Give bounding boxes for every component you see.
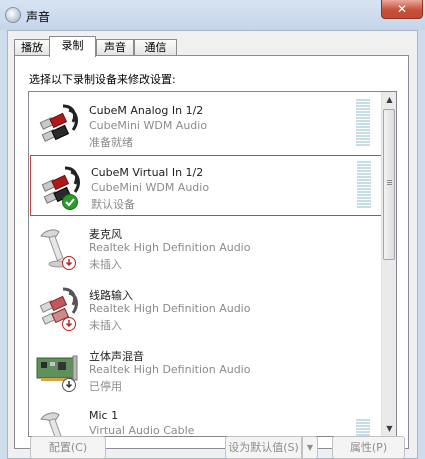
device-driver: CubeMini WDM Audio: [91, 181, 210, 194]
level-meter: [357, 161, 371, 209]
list-item[interactable]: 线路输入 Realtek High Definition Audio 未插入: [29, 277, 383, 338]
device-name: Mic 1: [89, 409, 119, 422]
device-driver: Realtek High Definition Audio: [89, 363, 251, 376]
thumb-grip: [387, 180, 392, 186]
level-meter: [356, 419, 370, 436]
device-status: 默认设备: [91, 198, 135, 211]
rca-cable-icon: [39, 104, 78, 142]
list-item-selected[interactable]: CubeM Virtual In 1/2 CubeMini WDM Audio …: [30, 155, 382, 216]
device-name: 麦克风: [89, 228, 122, 241]
dialog-client: 播放 录制 声音 通信 选择以下录制设备来修改设置: CubeM Analog …: [7, 30, 418, 459]
device-name: 线路输入: [89, 289, 133, 302]
speaker-icon: [5, 7, 21, 23]
device-name: CubeM Analog In 1/2: [89, 104, 204, 117]
unplugged-icon: [62, 317, 76, 331]
unplugged-icon: [62, 256, 76, 270]
tab-playback[interactable]: 播放: [14, 39, 50, 56]
device-status: 未插入: [89, 319, 122, 332]
instruction-text: 选择以下录制设备来修改设置:: [29, 73, 176, 86]
list-item[interactable]: Mic 1 Virtual Audio Cable: [29, 399, 383, 437]
device-name: 立体声混音: [89, 350, 144, 363]
set-default-button[interactable]: 设为默认值(S): [225, 436, 302, 459]
device-driver: Virtual Audio Cable: [89, 424, 195, 437]
tab-sounds[interactable]: 声音: [96, 39, 134, 56]
microphone-icon: [40, 412, 64, 436]
level-meter: [356, 99, 370, 147]
scrollbar-thumb[interactable]: [383, 109, 395, 260]
window-title: 声音: [26, 10, 51, 24]
device-status: 未插入: [89, 258, 122, 271]
recording-panel: 选择以下录制设备来修改设置: CubeM Analog In 1/2 CubeM…: [14, 55, 409, 449]
close-button[interactable]: ✕: [381, 0, 423, 19]
properties-button[interactable]: 属性(P): [332, 436, 405, 459]
tab-recording[interactable]: 录制: [49, 36, 96, 57]
device-name: CubeM Virtual In 1/2: [91, 166, 204, 179]
device-list[interactable]: CubeM Analog In 1/2 CubeMini WDM Audio 准…: [28, 91, 397, 437]
configure-button[interactable]: 配置(C): [30, 436, 106, 459]
device-driver: CubeMini WDM Audio: [89, 119, 208, 132]
device-driver: Realtek High Definition Audio: [89, 302, 251, 315]
set-default-dropdown-arrow-icon[interactable]: ▼: [302, 436, 318, 459]
scroll-down-arrow-icon[interactable]: ▼: [382, 421, 396, 436]
list-item[interactable]: CubeM Analog In 1/2 CubeMini WDM Audio 准…: [29, 94, 383, 155]
list-item[interactable]: 立体声混音 Realtek High Definition Audio 已停用: [29, 338, 383, 399]
device-status: 准备就绪: [89, 136, 133, 149]
list-item[interactable]: 麦克风 Realtek High Definition Audio 未插入: [29, 216, 383, 277]
tab-communications[interactable]: 通信: [134, 39, 177, 56]
title-bar: 声音 ✕: [0, 0, 425, 30]
scroll-up-arrow-icon[interactable]: ▲: [382, 92, 396, 107]
default-check-icon: [62, 194, 78, 210]
list-scrollbar[interactable]: ▲ ▼: [381, 92, 396, 436]
disabled-icon: [62, 378, 76, 392]
device-driver: Realtek High Definition Audio: [89, 241, 251, 254]
device-status: 已停用: [89, 380, 122, 393]
